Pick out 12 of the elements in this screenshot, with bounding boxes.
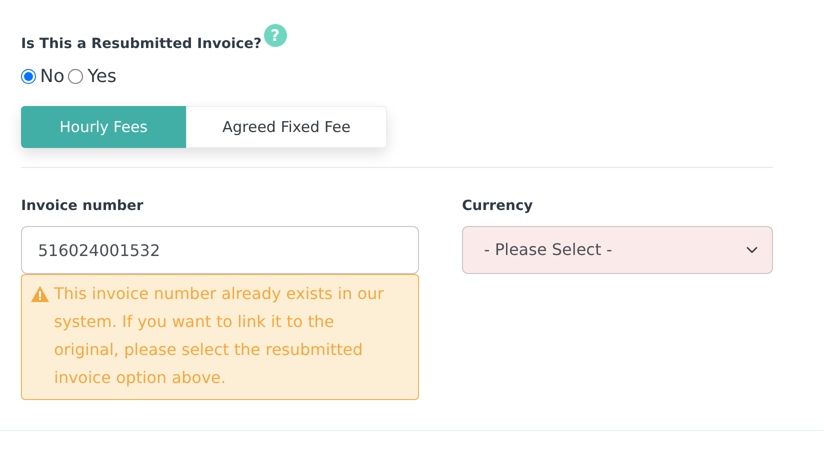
question-label: Is This a Resubmitted Invoice?	[21, 35, 262, 54]
fee-type-tab[interactable]: Agreed Fixed Fee	[186, 106, 387, 148]
currency-select[interactable]: - Please Select -	[462, 226, 773, 274]
radio-button[interactable]	[68, 69, 84, 84]
invoice-number-field[interactable]: 516024001532	[21, 226, 419, 274]
radio-button[interactable]	[21, 69, 36, 84]
field-label: Currency	[462, 197, 534, 216]
warning-icon	[31, 286, 49, 302]
radio-label[interactable]: No	[40, 63, 64, 90]
warning-text: This invoice number already exists in our system. If you want to link it to the original, please select the resubmitted invoice option above.	[54, 283, 385, 389]
field-label: Invoice number	[21, 197, 144, 216]
radio-label[interactable]: Yes	[87, 63, 117, 90]
